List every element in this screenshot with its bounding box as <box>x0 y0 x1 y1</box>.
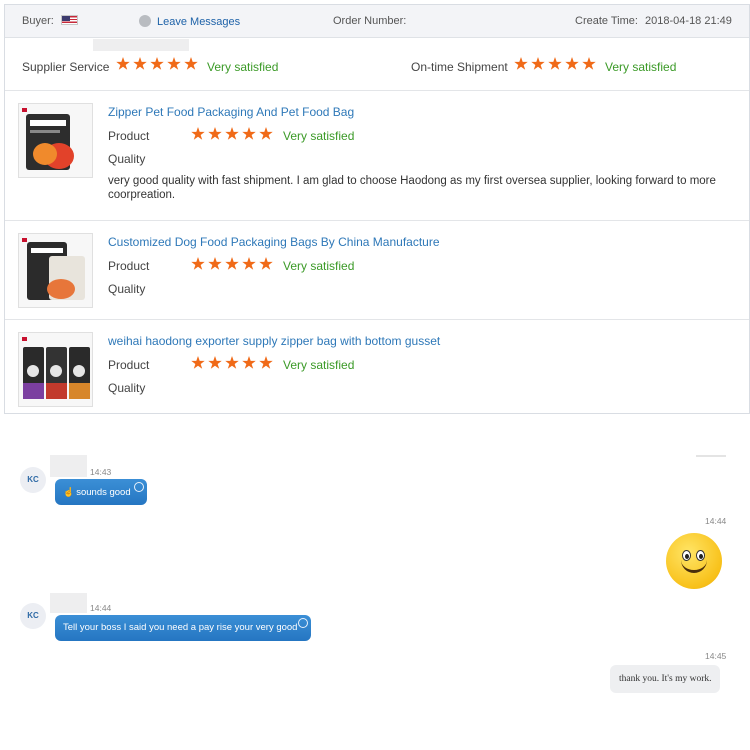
message-text: thank you. It's my work. <box>619 674 712 684</box>
star-icon <box>184 57 198 70</box>
ontime-shipment-label: On-time Shipment <box>411 60 508 74</box>
quality-label: Quality <box>108 152 146 166</box>
product-rating-stars <box>191 127 273 141</box>
star-icon <box>514 57 528 70</box>
star-icon <box>208 356 222 369</box>
star-icon <box>531 57 545 70</box>
smile-icon <box>681 559 707 573</box>
buyer-label: Buyer: <box>22 15 54 27</box>
star-icon <box>225 257 239 270</box>
product-label: Product <box>108 129 150 143</box>
star-icon <box>116 57 130 70</box>
message-text: sounds good <box>76 487 131 498</box>
product-review-3: weihai haodong exporter supply zipper ba… <box>5 320 749 415</box>
star-icon <box>259 257 273 270</box>
create-time-field: Create Time: 2018-04-18 21:49 <box>575 15 732 27</box>
product-title-link[interactable]: weihai haodong exporter supply zipper ba… <box>108 334 440 348</box>
create-time-value: 2018-04-18 21:49 <box>645 15 732 27</box>
star-icon <box>225 127 239 140</box>
star-icon <box>208 127 222 140</box>
supplier-service-verdict: Very satisfied <box>207 60 279 74</box>
star-icon <box>582 57 596 70</box>
star-icon <box>565 57 579 70</box>
message-text: Tell your boss I said you need a pay ris… <box>63 622 298 633</box>
star-icon <box>242 257 256 270</box>
chat-bubble-outgoing: thank you. It's my work. <box>610 665 721 693</box>
order-number-label: Order Number: <box>333 15 407 27</box>
message-time: 14:44 <box>90 603 112 613</box>
redacted-sender-name <box>50 593 87 613</box>
product-rating-stars <box>191 257 273 271</box>
star-icon <box>133 57 147 70</box>
star-icon <box>167 57 181 70</box>
avatar[interactable]: KC <box>20 467 46 493</box>
chat-bubble-incoming: ☝ sounds good <box>55 479 147 505</box>
ontime-shipment-stars <box>514 57 596 71</box>
overall-ratings-row: Supplier Service Very satisfied On-time … <box>5 39 749 91</box>
star-icon <box>191 257 205 270</box>
review-comment: very good quality with fast shipment. I … <box>108 175 716 201</box>
leave-messages-link[interactable]: Leave Messages <box>139 15 240 28</box>
ontime-shipment-verdict: Very satisfied <box>605 60 677 74</box>
message-time: 14:44 <box>705 516 727 526</box>
product-title-link[interactable]: Zipper Pet Food Packaging And Pet Food B… <box>108 105 354 119</box>
product-rating-stars <box>191 356 273 370</box>
product-thumbnail[interactable] <box>18 233 93 308</box>
message-icon <box>139 15 151 27</box>
create-time-label: Create Time: <box>575 15 638 27</box>
leave-messages-label: Leave Messages <box>157 16 241 28</box>
product-thumbnail[interactable] <box>18 103 93 178</box>
message-time: 14:43 <box>90 467 112 477</box>
message-time: 14:45 <box>705 651 727 661</box>
product-title-link[interactable]: Customized Dog Food Packaging Bags By Ch… <box>108 235 440 249</box>
order-header-bar: Buyer: Leave Messages Order Number: Crea… <box>5 5 749 38</box>
star-icon <box>259 127 273 140</box>
emoji-icon[interactable] <box>134 482 144 492</box>
star-icon <box>548 57 562 70</box>
product-review-2: Customized Dog Food Packaging Bags By Ch… <box>5 221 749 320</box>
product-label: Product <box>108 259 150 273</box>
redacted-sender-name <box>50 455 87 477</box>
product-label: Product <box>108 358 150 372</box>
product-verdict: Very satisfied <box>283 129 355 143</box>
smiley-face-icon <box>666 533 722 589</box>
buyer-field: Buyer: <box>22 15 78 27</box>
star-icon <box>242 356 256 369</box>
divider <box>696 455 726 457</box>
star-icon <box>191 127 205 140</box>
supplier-service-label: Supplier Service <box>22 60 110 74</box>
star-icon <box>242 127 256 140</box>
quality-label: Quality <box>108 381 146 395</box>
us-flag-icon <box>60 15 78 25</box>
product-verdict: Very satisfied <box>283 259 355 273</box>
star-icon <box>208 257 222 270</box>
quality-label: Quality <box>108 282 146 296</box>
product-review-1: Zipper Pet Food Packaging And Pet Food B… <box>5 91 749 221</box>
chat-bubble-incoming: Tell your boss I said you need a pay ris… <box>55 615 311 641</box>
star-icon <box>259 356 273 369</box>
order-review-panel: Buyer: Leave Messages Order Number: Crea… <box>4 4 750 414</box>
thumbs-up-icon: ☝ <box>63 487 75 497</box>
emoji-icon[interactable] <box>298 618 308 628</box>
avatar[interactable]: KC <box>20 603 46 629</box>
star-icon <box>225 356 239 369</box>
product-verdict: Very satisfied <box>283 358 355 372</box>
star-icon <box>191 356 205 369</box>
product-thumbnail[interactable] <box>18 332 93 407</box>
star-icon <box>150 57 164 70</box>
supplier-service-stars <box>116 57 198 71</box>
